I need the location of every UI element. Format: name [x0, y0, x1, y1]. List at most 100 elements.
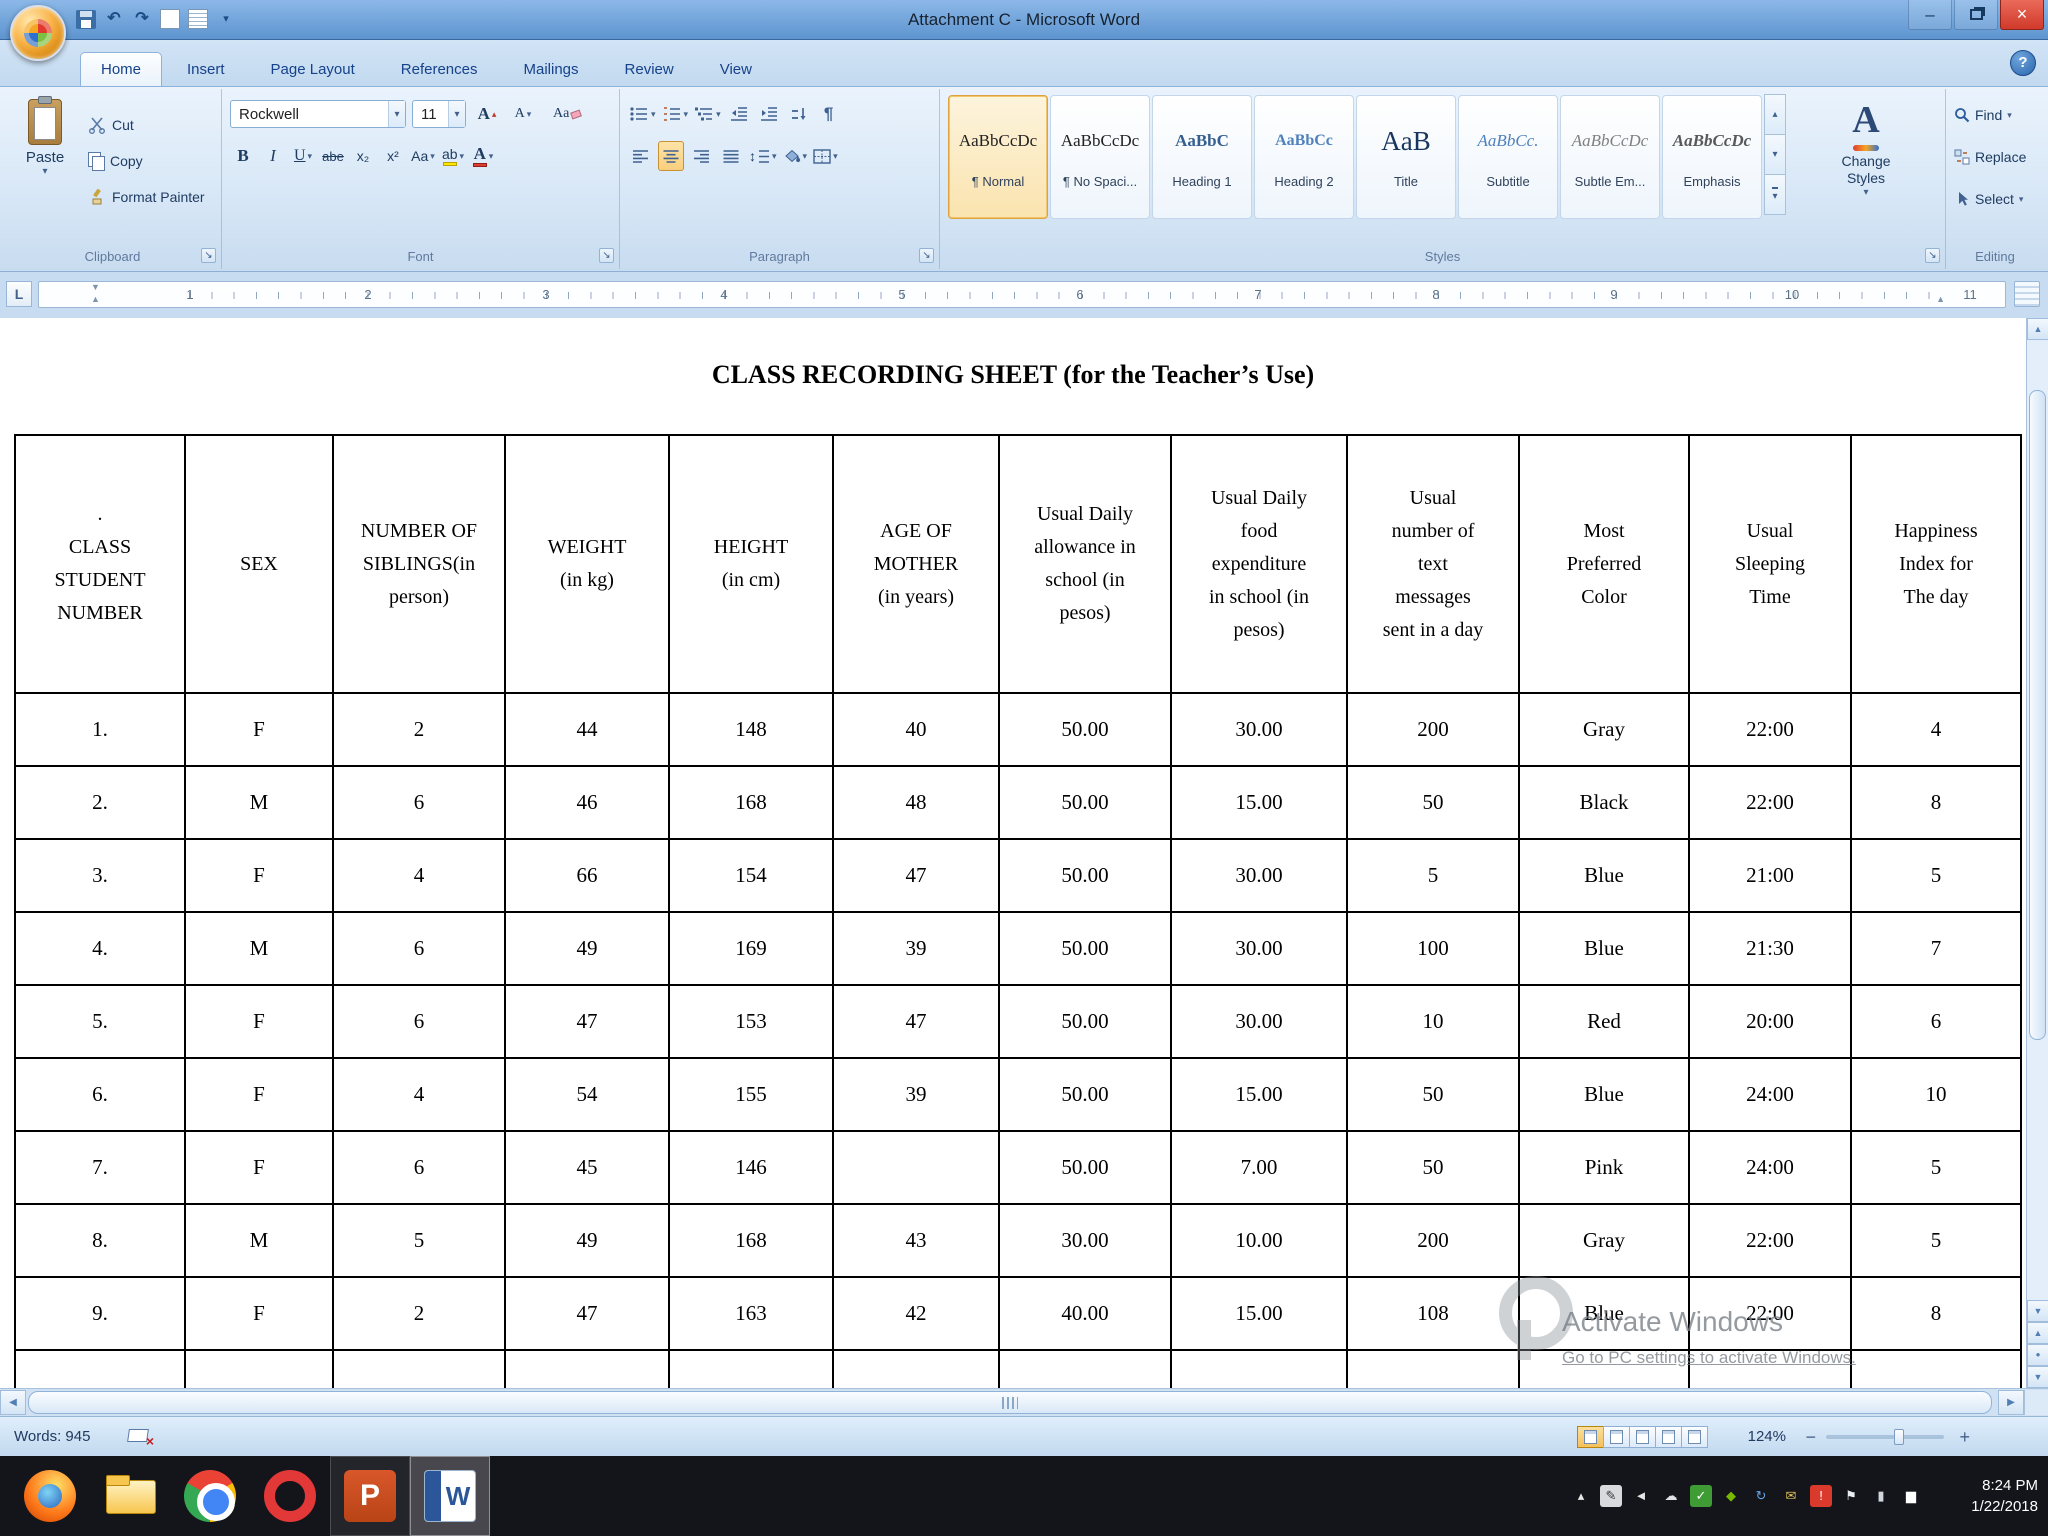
align-center-button[interactable] [658, 141, 684, 171]
table-cell[interactable]: 40 [832, 692, 1000, 767]
hanging-indent-marker[interactable]: ▲ [91, 294, 100, 304]
table-cell[interactable] [1346, 1349, 1520, 1388]
next-page-button[interactable]: ▼ [2027, 1366, 2048, 1388]
table-cell[interactable]: 48 [832, 765, 1000, 840]
table-cell[interactable]: Blue [1518, 1276, 1690, 1351]
tab-mailings[interactable]: Mailings [503, 52, 600, 86]
table-cell[interactable]: 168 [668, 765, 834, 840]
table-cell[interactable]: 50.00 [998, 765, 1172, 840]
table-cell[interactable]: 155 [668, 1057, 834, 1132]
table-cell[interactable]: 15.00 [1170, 1057, 1348, 1132]
gallery-more-button[interactable]: ▾ [1764, 174, 1786, 215]
underline-button[interactable]: U ▾ [290, 141, 316, 171]
justify-button[interactable] [718, 141, 744, 171]
multilevel-list-button[interactable]: ▾ [693, 99, 722, 129]
table-cell[interactable]: 50 [1346, 1130, 1520, 1205]
table-cell[interactable]: Red [1518, 984, 1690, 1059]
table-cell[interactable]: 8. [14, 1203, 186, 1278]
pen-input-tray-icon[interactable]: ✎ [1600, 1485, 1622, 1507]
cut-button[interactable]: Cut [88, 111, 134, 139]
table-cell[interactable]: F [184, 1130, 334, 1205]
customize-quick-access-button[interactable]: ▾ [216, 8, 236, 30]
table-cell[interactable]: 5. [14, 984, 186, 1059]
scroll-left-button[interactable]: ◀ [0, 1390, 26, 1415]
borders-button[interactable]: ▾ [812, 141, 839, 171]
table-cell[interactable]: 1. [14, 692, 186, 767]
table-cell[interactable]: 153 [668, 984, 834, 1059]
table-cell[interactable]: 15.00 [1170, 1276, 1348, 1351]
taskbar-word[interactable] [410, 1456, 490, 1536]
table-cell[interactable]: 6. [14, 1057, 186, 1132]
font-dialog-launcher[interactable]: ↘ [599, 248, 614, 263]
table-cell[interactable]: 168 [668, 1203, 834, 1278]
table-cell[interactable]: 22:00 [1688, 692, 1852, 767]
table-cell[interactable]: 5 [1850, 1203, 2022, 1278]
horizontal-ruler[interactable]: 1 2 3 4 5 6 7 8 9 10 11 ▼ ▲ ▲ [38, 281, 2006, 308]
table-cell[interactable]: 30.00 [1170, 911, 1348, 986]
bullets-button[interactable]: ▾ [628, 99, 657, 129]
table-cell[interactable]: 44 [504, 692, 670, 767]
table-cell[interactable]: 7 [1850, 911, 2022, 986]
zoom-slider[interactable] [1826, 1429, 1944, 1445]
font-size-combo[interactable]: 11 ▾ [412, 100, 466, 128]
table-cell[interactable]: 66 [504, 838, 670, 913]
table-cell[interactable]: F [184, 1057, 334, 1132]
tab-page-layout[interactable]: Page Layout [250, 52, 376, 86]
table-cell[interactable]: 20:00 [1688, 984, 1852, 1059]
table-cell[interactable]: 6 [332, 765, 506, 840]
table-cell[interactable]: 43 [832, 1203, 1000, 1278]
help-button[interactable]: ? [2010, 50, 2036, 76]
table-cell[interactable]: 24:00 [1688, 1057, 1852, 1132]
table-cell[interactable]: 47 [832, 838, 1000, 913]
security-shield-tray-icon[interactable]: ✓ [1690, 1485, 1712, 1507]
table-cell[interactable]: 7. [14, 1130, 186, 1205]
tab-view[interactable]: View [699, 52, 773, 86]
minimize-button[interactable]: – [1908, 0, 1952, 30]
table-cell[interactable]: 6 [332, 984, 506, 1059]
table-cell[interactable]: 10 [1346, 984, 1520, 1059]
table-cell[interactable]: 4 [332, 1057, 506, 1132]
table-cell[interactable]: 108 [1346, 1276, 1520, 1351]
restore-button[interactable] [1954, 0, 1998, 30]
tab-insert[interactable]: Insert [166, 52, 246, 86]
table-cell[interactable]: 2 [332, 692, 506, 767]
grow-font-button[interactable]: A ▴ [474, 99, 500, 129]
table-cell[interactable]: Pink [1518, 1130, 1690, 1205]
mail-tray-icon[interactable]: ✉ [1780, 1485, 1802, 1507]
scroll-right-button[interactable]: ▶ [1998, 1390, 2024, 1415]
flag-tray-icon[interactable]: ⚑ [1840, 1485, 1862, 1507]
style-no-spacing[interactable]: AaBbCcDc ¶ No Spaci... [1050, 95, 1150, 219]
table-cell[interactable]: 8 [1850, 765, 2022, 840]
table-cell[interactable] [332, 1349, 506, 1388]
save-button[interactable] [76, 9, 96, 29]
zoom-out-button[interactable]: − [1805, 1417, 1816, 1457]
table-cell[interactable] [668, 1349, 834, 1388]
change-styles-button[interactable]: A Change Styles ▾ [1804, 97, 1928, 217]
table-cell[interactable]: 49 [504, 1203, 670, 1278]
change-case-button[interactable]: Aa ▾ [410, 141, 436, 171]
print-preview-button[interactable] [188, 9, 208, 29]
table-cell[interactable]: 163 [668, 1276, 834, 1351]
style-emphasis[interactable]: AaBbCcDc Emphasis [1662, 95, 1762, 219]
table-cell[interactable]: 169 [668, 911, 834, 986]
table-cell[interactable]: 3. [14, 838, 186, 913]
table-cell[interactable]: 50 [1346, 1057, 1520, 1132]
table-cell[interactable]: 30.00 [1170, 838, 1348, 913]
scroll-down-button[interactable]: ▼ [2027, 1300, 2048, 1322]
bold-button[interactable]: B [230, 141, 256, 171]
zoom-slider-thumb[interactable] [1894, 1429, 1905, 1445]
table-cell[interactable]: 50.00 [998, 1057, 1172, 1132]
table-cell[interactable] [832, 1130, 1000, 1205]
new-document-button[interactable] [160, 9, 180, 29]
table-cell[interactable]: 4 [332, 838, 506, 913]
table-cell[interactable]: 200 [1346, 1203, 1520, 1278]
table-cell[interactable]: 50.00 [998, 1130, 1172, 1205]
tab-references[interactable]: References [380, 52, 499, 86]
table-cell[interactable]: Blue [1518, 1057, 1690, 1132]
table-cell[interactable]: 45 [504, 1130, 670, 1205]
numbering-button[interactable]: ▾ [661, 99, 690, 129]
clipboard-dialog-launcher[interactable]: ↘ [201, 248, 216, 263]
shrink-font-button[interactable]: A ▾ [510, 99, 536, 129]
table-cell[interactable]: 21:30 [1688, 911, 1852, 986]
table-cell[interactable]: 50.00 [998, 911, 1172, 986]
